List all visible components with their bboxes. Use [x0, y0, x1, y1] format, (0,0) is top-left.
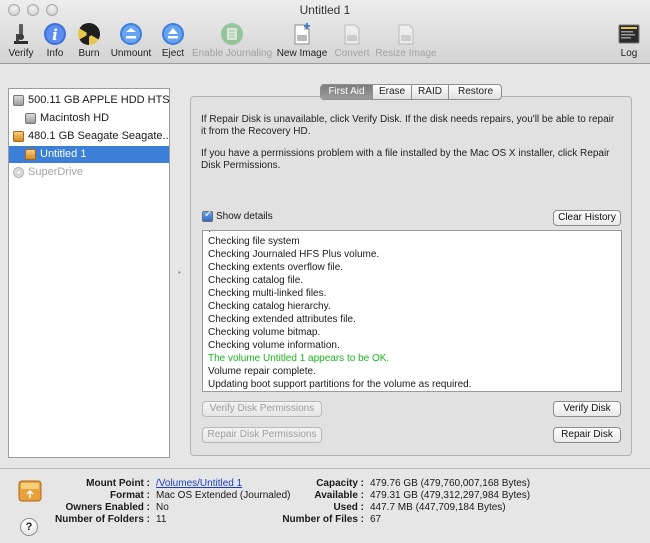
convert-label: Convert	[334, 48, 370, 59]
log-line: Checking catalog file.	[208, 275, 304, 286]
repair-disk-button[interactable]: Repair Disk	[553, 427, 621, 443]
info-button[interactable]: i Info	[40, 22, 70, 62]
repair-info-text: If Repair Disk is unavailable, click Ver…	[201, 114, 615, 137]
svg-text:i: i	[52, 26, 58, 44]
resize-image-button[interactable]: Resize Image	[374, 22, 438, 62]
sidebar-item-label: Macintosh HD	[40, 112, 110, 124]
enable-journaling-label: Enable Journaling	[192, 48, 273, 59]
info-icon: i	[44, 23, 66, 45]
mount-point-key: Mount Point :	[86, 478, 150, 489]
show-details-checkbox[interactable]	[202, 209, 213, 222]
eject-button[interactable]: Eject	[158, 22, 188, 62]
clear-history-button[interactable]: Clear History	[553, 210, 621, 226]
optical-disc-icon	[13, 167, 24, 178]
log-label: Log	[620, 48, 638, 59]
new-image-label: New Image	[276, 48, 328, 59]
info-label: Info	[46, 48, 64, 59]
verify-button[interactable]: Verify	[4, 22, 38, 62]
resize-image-icon	[398, 24, 414, 45]
new-image-icon	[294, 23, 310, 45]
window-title: Untitled 1	[299, 3, 351, 17]
tab-raid[interactable]: RAID	[412, 85, 449, 99]
microscope-icon	[14, 24, 28, 44]
log-line: Checking multi-linked files.	[208, 288, 327, 299]
mount-point-link[interactable]: /Volumes/Untitled 1	[156, 478, 242, 490]
used-value: 447.7 MB (447,709,184 Bytes)	[370, 502, 506, 513]
used-key: Used :	[333, 502, 364, 513]
hard-disk-icon	[13, 95, 24, 106]
show-details-label: Show details	[216, 211, 273, 222]
unmount-button[interactable]: Unmount	[108, 22, 154, 62]
owners-enabled-value: No	[156, 502, 169, 513]
log-line: Checking catalog hierarchy.	[208, 301, 331, 312]
format-key: Format :	[110, 490, 150, 501]
burn-button[interactable]: Burn	[74, 22, 104, 62]
sidebar-item-seagate[interactable]: 480.1 GB Seagate Seagate...	[9, 128, 169, 145]
eject-label: Eject	[161, 48, 185, 59]
sidebar-item-untitled-1[interactable]: Untitled 1	[9, 146, 169, 163]
verify-disk-button[interactable]: Verify Disk	[553, 401, 621, 417]
sidebar-item-label: 480.1 GB Seagate Seagate...	[28, 130, 169, 142]
external-disk-icon	[13, 131, 24, 142]
number-of-files-key: Number of Files :	[282, 514, 364, 525]
first-aid-log[interactable]: · Checking file system Checking Journale…	[202, 230, 622, 392]
sidebar-item-label: SuperDrive	[28, 166, 84, 178]
convert-icon	[344, 24, 360, 45]
sidebar-item-superdrive[interactable]: SuperDrive	[9, 164, 169, 181]
unmount-label: Unmount	[110, 48, 152, 59]
log-line: Checking Journaled HFS Plus volume.	[208, 249, 380, 260]
disk-list-sidebar[interactable]: 500.11 GB APPLE HDD HTS... Macintosh HD …	[8, 88, 170, 458]
available-key: Available :	[314, 490, 364, 501]
log-line: Volume repair complete.	[208, 366, 316, 377]
burn-label: Burn	[78, 48, 100, 59]
capacity-value: 479.76 GB (479,760,007,168 Bytes)	[370, 478, 531, 489]
enable-journaling-button[interactable]: Enable Journaling	[192, 22, 272, 62]
tab-erase[interactable]: Erase	[373, 85, 412, 99]
tab-first-aid[interactable]: First Aid	[321, 85, 373, 99]
log-line: Checking volume bitmap.	[208, 327, 321, 338]
eject-icon	[162, 23, 184, 45]
capacity-key: Capacity :	[316, 478, 364, 489]
log-icon	[618, 24, 640, 44]
log-line-success: The volume Untitled 1 appears to be OK.	[208, 353, 390, 364]
verify-disk-permissions-button[interactable]: Verify Disk Permissions	[202, 401, 322, 417]
log-button[interactable]: Log	[614, 22, 644, 62]
verify-label: Verify	[8, 48, 34, 59]
number-of-folders-key: Number of Folders :	[54, 514, 150, 525]
sidebar-item-macintosh-hd[interactable]: Macintosh HD	[9, 110, 169, 127]
disk-utility-window: Untitled 1 Verify i Info Burn Unmount Ej…	[0, 0, 650, 543]
journaling-icon	[221, 23, 243, 45]
help-button[interactable]: ?	[20, 518, 38, 536]
resize-image-label: Resize Image	[375, 48, 437, 59]
owners-enabled-key: Owners Enabled :	[65, 502, 150, 513]
available-value: 479.31 GB (479,312,297,984 Bytes)	[370, 490, 531, 501]
number-of-files-value: 67	[370, 514, 382, 525]
number-of-folders-value: 11	[156, 514, 167, 525]
split-view-handle[interactable]: •	[178, 268, 181, 277]
sidebar-item-apple-hdd[interactable]: 500.11 GB APPLE HDD HTS...	[9, 92, 169, 109]
title-bar: Untitled 1 Verify i Info Burn Unmount Ej…	[0, 0, 650, 64]
new-image-button[interactable]: New Image	[276, 22, 328, 62]
sidebar-item-label: Untitled 1	[40, 148, 87, 160]
log-line: Checking extents overflow file.	[208, 262, 344, 273]
log-line: Checking extended attributes file.	[208, 314, 356, 325]
convert-button[interactable]: Convert	[332, 22, 372, 62]
log-line: Checking file system	[208, 236, 300, 247]
log-line: Checking volume information.	[208, 340, 340, 351]
permissions-info-text: If you have a permissions problem with a…	[201, 148, 610, 171]
repair-disk-permissions-button[interactable]: Repair Disk Permissions	[202, 427, 322, 443]
tab-restore[interactable]: Restore	[449, 85, 501, 99]
sidebar-item-label: 500.11 GB APPLE HDD HTS...	[28, 94, 169, 106]
unmount-icon	[120, 23, 142, 45]
burn-icon	[78, 23, 100, 45]
external-volume-icon	[25, 149, 36, 160]
tab-bar: First Aid Erase RAID Restore	[320, 84, 502, 100]
volume-icon	[25, 113, 36, 124]
log-line: Updating boot support partitions for the…	[208, 379, 472, 390]
